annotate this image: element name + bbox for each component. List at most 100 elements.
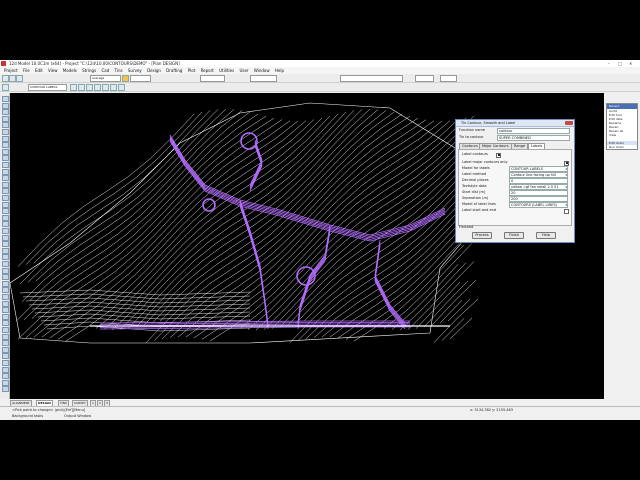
open-icon[interactable] — [9, 75, 16, 82]
menu-window[interactable]: Window — [254, 68, 270, 73]
tool-icon[interactable] — [2, 208, 9, 215]
text-size-field[interactable] — [200, 75, 225, 82]
output-window[interactable]: Output Window — [64, 414, 91, 418]
linestyle-select[interactable]: average — [90, 75, 121, 82]
background-tasks[interactable]: Background tasks — [12, 414, 43, 418]
tool-icon[interactable] — [2, 148, 9, 155]
tool-icon[interactable] — [2, 247, 9, 254]
tool-icon[interactable] — [2, 234, 9, 241]
new-icon[interactable] — [2, 75, 9, 82]
tool-icon[interactable] — [2, 115, 9, 122]
tool-icon[interactable] — [2, 353, 9, 360]
tool-icon[interactable] — [2, 360, 9, 366]
tool-icon[interactable] — [2, 300, 9, 307]
menu-models[interactable]: Models — [63, 68, 77, 73]
recent-item-view[interactable]: View — [607, 133, 637, 137]
tool-icon[interactable] — [2, 175, 9, 182]
menu-file[interactable]: File — [23, 68, 30, 73]
menu-plot[interactable]: Plot — [188, 68, 196, 73]
menu-edit[interactable]: Edit — [35, 68, 43, 73]
tool-icon[interactable] — [2, 102, 9, 109]
function-name-input[interactable]: contour — [497, 128, 570, 134]
tool-icon[interactable] — [2, 340, 9, 347]
layer-field[interactable] — [340, 75, 403, 82]
measure-icon[interactable] — [118, 84, 125, 91]
tool-icon[interactable] — [2, 327, 9, 333]
tool-icon[interactable] — [2, 155, 9, 162]
tool-icon[interactable] — [2, 96, 9, 102]
tin-input[interactable]: SUPER COMBINED — [497, 135, 570, 141]
menu-design[interactable]: Design — [147, 68, 161, 73]
tool-icon[interactable] — [2, 201, 9, 208]
fit-icon[interactable] — [110, 84, 117, 91]
close-button[interactable]: ✕ — [629, 60, 632, 67]
tool-icon[interactable] — [2, 135, 9, 142]
help-button[interactable]: Help — [536, 232, 556, 239]
menu-utilities[interactable]: Utilities — [219, 68, 234, 73]
finish-button[interactable]: Finish — [504, 232, 524, 239]
tool-icon[interactable] — [2, 168, 9, 175]
grid-icon[interactable] — [70, 84, 77, 91]
tool-icon[interactable] — [2, 254, 9, 261]
tool-icon[interactable] — [2, 307, 9, 314]
redraw-icon[interactable] — [102, 84, 109, 91]
zoom-in-icon[interactable] — [78, 84, 85, 91]
tool-icon[interactable] — [2, 162, 9, 168]
colour-icon[interactable] — [122, 75, 129, 82]
tool-icon[interactable] — [2, 241, 9, 248]
tool-icon[interactable] — [2, 195, 9, 201]
tool-icon[interactable] — [2, 228, 9, 234]
road-design-strings — [99, 132, 446, 330]
tool-icon[interactable] — [2, 188, 9, 195]
menu-report[interactable]: Report — [201, 68, 214, 73]
recent-item-run-chain[interactable]: Run chain — [607, 145, 637, 149]
tool-icon[interactable] — [2, 386, 9, 393]
menu-help[interactable]: Help — [275, 68, 284, 73]
menu-strings[interactable]: Strings — [82, 68, 96, 73]
tool-icon[interactable] — [2, 274, 9, 281]
tool-icon[interactable] — [2, 366, 9, 373]
tool-icon[interactable] — [2, 129, 9, 135]
snap-field[interactable] — [440, 75, 457, 82]
menu-view[interactable]: View — [48, 68, 58, 73]
tool-icon[interactable] — [2, 267, 9, 274]
pen-icon[interactable] — [2, 84, 9, 91]
style-field[interactable] — [250, 75, 277, 82]
tool-icon[interactable] — [2, 280, 9, 287]
dialog-close-button[interactable] — [565, 121, 573, 125]
tool-icon[interactable] — [2, 294, 9, 300]
pan-icon[interactable] — [94, 84, 101, 91]
save-icon[interactable] — [16, 75, 23, 82]
menu-project[interactable]: Project — [4, 68, 18, 73]
separation-row: Separation (m) 200 — [462, 196, 570, 202]
menu-user[interactable]: User — [239, 68, 248, 73]
cell-select[interactable]: CONTOUR LABELS — [28, 84, 67, 91]
menu-survey[interactable]: Survey — [128, 68, 142, 73]
weight-field[interactable] — [130, 75, 151, 82]
tool-icon[interactable] — [2, 379, 9, 386]
label-contours-checkbox[interactable] — [496, 152, 501, 158]
tool-icon[interactable] — [2, 333, 9, 340]
zoom-out-icon[interactable] — [86, 84, 93, 91]
process-button[interactable]: Process — [472, 232, 492, 239]
tool-icon[interactable] — [2, 261, 9, 267]
scale-field[interactable] — [415, 75, 434, 82]
tool-icon[interactable] — [2, 109, 9, 116]
label-start-end-checkbox[interactable] — [564, 208, 569, 214]
minimize-button[interactable]: – — [608, 60, 610, 67]
tool-icon[interactable] — [2, 214, 9, 221]
tool-icon[interactable] — [2, 122, 9, 129]
label-major-checkbox[interactable] — [564, 160, 569, 166]
tool-icon[interactable] — [2, 287, 9, 294]
tool-icon[interactable] — [2, 313, 9, 320]
tool-icon[interactable] — [2, 320, 9, 327]
tool-icon[interactable] — [2, 373, 9, 380]
tool-icon[interactable] — [2, 181, 9, 188]
tool-icon[interactable] — [2, 346, 9, 353]
menu-drafting[interactable]: Drafting — [166, 68, 182, 73]
menu-cad[interactable]: Cad — [101, 68, 109, 73]
maximize-button[interactable]: □ — [618, 60, 622, 67]
menu-tins[interactable]: Tins — [115, 68, 123, 73]
tool-icon[interactable] — [2, 221, 9, 228]
tool-icon[interactable] — [2, 142, 9, 149]
